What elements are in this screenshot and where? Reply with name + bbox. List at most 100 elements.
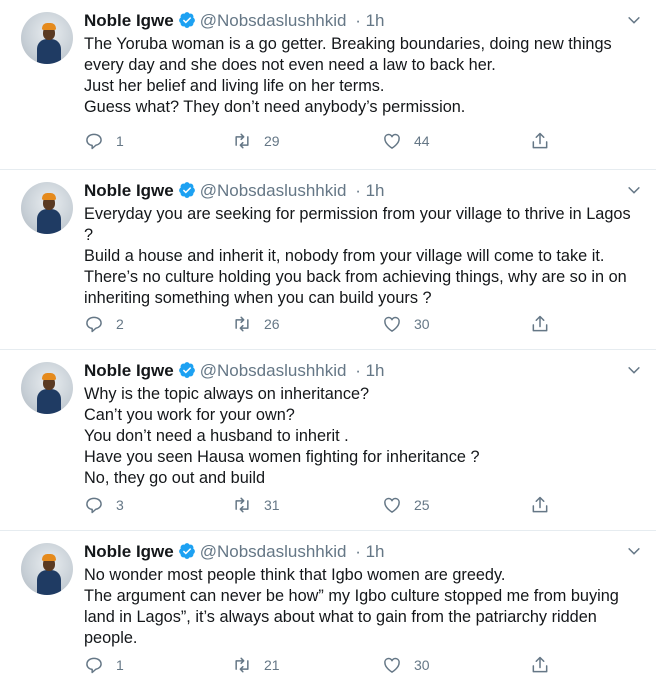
heart-icon: [384, 316, 400, 332]
tweet-line: The argument can never be how” my Igbo c…: [84, 587, 619, 605]
tweet-header: Noble Igwe @Nobsdaslushhkid · 1h: [84, 360, 385, 382]
retweet-button[interactable]: 26: [232, 314, 280, 334]
tweet-line: There’s no culture holding you back from…: [84, 268, 627, 286]
tweet-line: ?: [84, 226, 94, 244]
author-name[interactable]: Noble Igwe: [84, 361, 174, 380]
heart-icon: [384, 497, 400, 513]
retweet-count: 26: [264, 316, 280, 332]
retweet-count: 31: [264, 497, 280, 513]
tweet-line: Why is the topic always on inheritance?: [84, 385, 370, 403]
tweet-line: Can’t you work for your own?: [84, 406, 295, 424]
retweet-button[interactable]: 29: [232, 131, 280, 151]
reply-count: 1: [116, 657, 124, 673]
verified-badge-icon: [178, 12, 195, 28]
tweet[interactable]: Noble Igwe @Nobsdaslushhkid · 1h The Yoru…: [0, 0, 656, 170]
chevron-down-icon[interactable]: [626, 182, 642, 198]
tweet-text: Everyday you are seeking for permission …: [84, 204, 644, 309]
share-button[interactable]: [530, 131, 550, 151]
tweet-text: Why is the topic always on inheritance? …: [84, 384, 644, 489]
like-button[interactable]: 25: [382, 495, 430, 515]
timestamp[interactable]: · 1h: [355, 361, 384, 380]
author-name[interactable]: Noble Igwe: [84, 181, 174, 200]
verified-badge-icon: [178, 543, 195, 559]
tweet[interactable]: Noble Igwe @Nobsdaslushhkid · 1h Why is t…: [0, 350, 656, 531]
tweet-line: No, they go out and build: [84, 469, 266, 487]
heart-icon: [384, 133, 400, 149]
tweet-line: people.: [84, 629, 138, 647]
timestamp[interactable]: · 1h: [355, 181, 384, 200]
reply-icon: [86, 316, 102, 333]
reply-icon: [86, 497, 102, 514]
like-count: 25: [414, 497, 430, 513]
tweet-text: No wonder most people think that Igbo wo…: [84, 565, 644, 649]
retweet-icon: [235, 133, 249, 149]
tweet-line: land in Lagos”, it’s always about what t…: [84, 608, 597, 626]
reply-icon: [86, 133, 102, 150]
tweet-text: The Yoruba woman is a go getter. Breakin…: [84, 34, 644, 118]
author-handle[interactable]: @Nobsdaslushhkid: [200, 361, 347, 380]
tweet-line: Have you seen Hausa women fighting for i…: [84, 448, 480, 466]
avatar[interactable]: [21, 12, 73, 64]
tweet-line: every day and she does not even need a l…: [84, 56, 496, 74]
reply-button[interactable]: 1: [84, 131, 124, 151]
tweet-actions: 1 29 44: [84, 131, 554, 151]
tweet[interactable]: Noble Igwe @Nobsdaslushhkid · 1h No wonde…: [0, 531, 656, 675]
timestamp[interactable]: · 1h: [355, 542, 384, 561]
tweet-actions: 2 26 30: [84, 314, 554, 334]
reply-button[interactable]: 3: [84, 495, 124, 515]
author-name[interactable]: Noble Igwe: [84, 542, 174, 561]
tweet-line: inheriting something when you can build …: [84, 289, 432, 307]
retweet-count: 21: [264, 657, 280, 673]
author-handle[interactable]: @Nobsdaslushhkid: [200, 181, 347, 200]
like-button[interactable]: 44: [382, 131, 430, 151]
retweet-button[interactable]: 21: [232, 655, 280, 675]
share-button[interactable]: [530, 314, 550, 334]
like-count: 30: [414, 316, 430, 332]
like-button[interactable]: 30: [382, 655, 430, 675]
retweet-icon: [235, 497, 249, 513]
share-icon: [532, 315, 548, 332]
chevron-down-icon[interactable]: [626, 362, 642, 378]
author-handle[interactable]: @Nobsdaslushhkid: [200, 542, 347, 561]
retweet-button[interactable]: 31: [232, 495, 280, 515]
like-button[interactable]: 30: [382, 314, 430, 334]
retweet-count: 29: [264, 133, 280, 149]
avatar[interactable]: [21, 182, 73, 234]
tweet-actions: 3 31 25: [84, 495, 554, 515]
reply-count: 2: [116, 316, 124, 332]
reply-button[interactable]: 1: [84, 655, 124, 675]
like-count: 30: [414, 657, 430, 673]
reply-icon: [86, 657, 102, 674]
reply-button[interactable]: 2: [84, 314, 124, 334]
timestamp[interactable]: · 1h: [355, 11, 384, 30]
tweet-line: You don’t need a husband to inherit .: [84, 427, 349, 445]
chevron-down-icon[interactable]: [626, 543, 642, 559]
avatar[interactable]: [21, 362, 73, 414]
tweet-line: No wonder most people think that Igbo wo…: [84, 566, 506, 584]
tweet[interactable]: Noble Igwe @Nobsdaslushhkid · 1h Everyday…: [0, 170, 656, 350]
retweet-icon: [235, 316, 249, 332]
like-count: 44: [414, 133, 430, 149]
share-icon: [532, 496, 548, 513]
tweet-header: Noble Igwe @Nobsdaslushhkid · 1h: [84, 10, 385, 32]
tweet-line: The Yoruba woman is a go getter. Breakin…: [84, 35, 612, 53]
tweet-actions: 1 21 30: [84, 655, 554, 675]
author-handle[interactable]: @Nobsdaslushhkid: [200, 11, 347, 30]
chevron-down-icon[interactable]: [626, 12, 642, 28]
verified-badge-icon: [178, 182, 195, 198]
tweet-line: Guess what? They don’t need anybody’s pe…: [84, 98, 466, 116]
tweet-header: Noble Igwe @Nobsdaslushhkid · 1h: [84, 180, 385, 202]
tweet-line: Build a house and inherit it, nobody fro…: [84, 247, 605, 265]
share-button[interactable]: [530, 655, 550, 675]
reply-count: 1: [116, 133, 124, 149]
share-icon: [532, 132, 548, 149]
verified-badge-icon: [178, 362, 195, 378]
heart-icon: [384, 657, 400, 673]
author-name[interactable]: Noble Igwe: [84, 11, 174, 30]
share-button[interactable]: [530, 495, 550, 515]
retweet-icon: [235, 657, 249, 673]
tweet-line: Just her belief and living life on her t…: [84, 77, 385, 95]
avatar[interactable]: [21, 543, 73, 595]
share-icon: [532, 656, 548, 673]
tweet-header: Noble Igwe @Nobsdaslushhkid · 1h: [84, 541, 385, 563]
